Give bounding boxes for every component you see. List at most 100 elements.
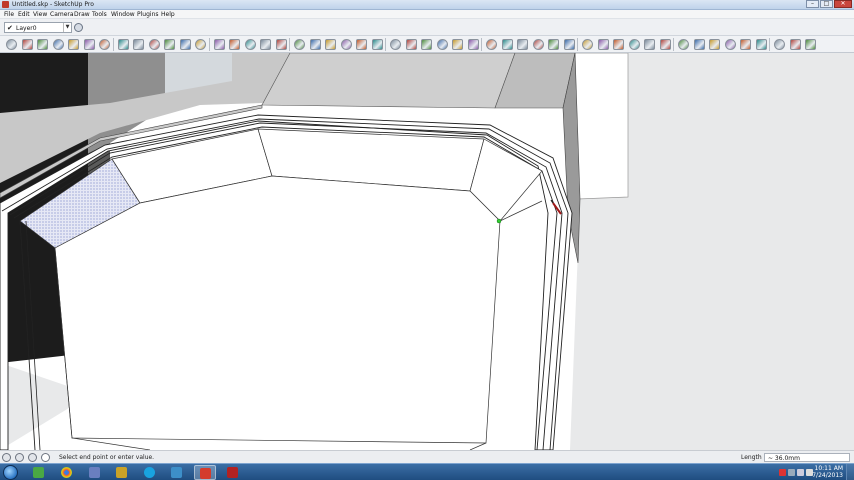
axes-icon[interactable] bbox=[548, 39, 559, 50]
extension-icon[interactable] bbox=[805, 39, 816, 50]
layer-dropdown[interactable]: ✔ Layer0 ▼ bbox=[4, 22, 72, 33]
orbit-icon[interactable] bbox=[582, 39, 593, 50]
move-icon[interactable] bbox=[436, 39, 448, 50]
zoom-window-icon[interactable] bbox=[628, 39, 640, 50]
user-icon[interactable] bbox=[28, 453, 37, 462]
taskbar-skype[interactable] bbox=[139, 465, 161, 480]
pan-icon[interactable] bbox=[597, 39, 609, 50]
clock-date[interactable]: 7/24/2013 bbox=[812, 472, 843, 479]
section-plane-icon[interactable] bbox=[244, 39, 256, 50]
left-view-icon[interactable] bbox=[83, 39, 95, 50]
tape-measure-icon[interactable] bbox=[486, 39, 497, 50]
paint-bucket-icon[interactable] bbox=[213, 39, 225, 50]
offset-icon[interactable] bbox=[405, 39, 417, 50]
taskbar-sketchup[interactable] bbox=[194, 465, 216, 480]
credits-icon[interactable] bbox=[15, 453, 24, 462]
network-icon[interactable] bbox=[797, 469, 804, 476]
taskbar-layout[interactable] bbox=[222, 465, 244, 480]
3d-text-icon[interactable] bbox=[563, 39, 575, 50]
back-edges-icon[interactable] bbox=[195, 39, 206, 50]
geo-location-icon[interactable] bbox=[2, 453, 11, 462]
zoom-extents-icon[interactable] bbox=[644, 39, 655, 50]
previous-view-icon[interactable] bbox=[659, 39, 671, 50]
top-view-icon[interactable] bbox=[21, 39, 33, 50]
maximize-button[interactable]: □ bbox=[820, 0, 833, 8]
terrain-icon[interactable] bbox=[740, 39, 751, 50]
toolbar-separator bbox=[385, 38, 386, 51]
menu-window[interactable]: Window bbox=[111, 11, 135, 18]
section-display-icon[interactable] bbox=[260, 39, 271, 50]
menu-plugins[interactable]: Plugins bbox=[137, 11, 159, 18]
right-view-icon[interactable] bbox=[52, 39, 64, 50]
get-models-icon[interactable] bbox=[774, 39, 785, 50]
chevron-down-icon[interactable]: ▼ bbox=[63, 23, 71, 32]
wireframe-icon[interactable] bbox=[179, 39, 191, 50]
menu-help[interactable]: Help bbox=[161, 11, 175, 18]
inner-panel-face[interactable] bbox=[54, 175, 501, 444]
close-button[interactable]: ✕ bbox=[834, 0, 852, 8]
menu-view[interactable]: View bbox=[33, 11, 47, 18]
show-desktop-button[interactable] bbox=[846, 464, 854, 480]
solar-icon[interactable] bbox=[755, 39, 767, 50]
zoom-icon[interactable] bbox=[613, 39, 624, 50]
image-viewer-icon bbox=[171, 467, 182, 478]
taskbar-mail[interactable] bbox=[84, 465, 106, 480]
taskbar-explorer[interactable] bbox=[28, 465, 50, 480]
drawing-viewport[interactable] bbox=[0, 53, 854, 450]
window-controls: – □ ✕ bbox=[805, 0, 852, 9]
front-view-icon[interactable] bbox=[37, 39, 48, 50]
ground-plane bbox=[628, 53, 854, 450]
sandbox-icon[interactable] bbox=[724, 39, 736, 50]
textured-icon[interactable] bbox=[148, 39, 160, 50]
right-block bbox=[574, 53, 629, 200]
tray-app-icon[interactable] bbox=[779, 469, 786, 476]
monochrome-icon[interactable] bbox=[164, 39, 175, 50]
minimize-button[interactable]: – bbox=[806, 0, 819, 8]
protractor-icon[interactable] bbox=[517, 39, 528, 50]
position-camera-icon[interactable] bbox=[709, 39, 720, 50]
toolbar-separator bbox=[673, 38, 674, 51]
iso-view-icon[interactable] bbox=[6, 39, 17, 50]
taskbar-archive[interactable] bbox=[111, 465, 133, 480]
taskbar-image-viewer[interactable] bbox=[166, 465, 188, 480]
archive-icon bbox=[116, 467, 127, 478]
dimension-icon[interactable] bbox=[501, 39, 513, 50]
clock-time[interactable]: 10:11 AM bbox=[815, 465, 843, 472]
look-around-icon[interactable] bbox=[693, 39, 705, 50]
arc-icon[interactable] bbox=[309, 39, 321, 50]
push-pull-icon[interactable] bbox=[390, 39, 401, 50]
tray-flag-icon[interactable] bbox=[788, 469, 795, 476]
polygon-icon[interactable] bbox=[371, 39, 383, 50]
follow-me-icon[interactable] bbox=[421, 39, 432, 50]
circle-icon[interactable] bbox=[356, 39, 367, 50]
hidden-line-icon[interactable] bbox=[117, 39, 129, 50]
freehand-icon[interactable] bbox=[325, 39, 336, 50]
menu-edit[interactable]: Edit bbox=[18, 11, 30, 18]
toolbar-separator bbox=[577, 38, 578, 51]
rectangle-icon[interactable] bbox=[340, 39, 352, 50]
menu-tools[interactable]: Tools bbox=[92, 11, 107, 18]
rotate-icon[interactable] bbox=[452, 39, 463, 50]
components-icon[interactable] bbox=[229, 39, 240, 50]
system-tray: 10:11 AM 7/24/2013 bbox=[776, 464, 854, 480]
help-icon[interactable] bbox=[41, 453, 50, 462]
shaded-icon[interactable] bbox=[133, 39, 144, 50]
menu-file[interactable]: File bbox=[4, 11, 14, 18]
menu-draw[interactable]: Draw bbox=[74, 11, 90, 18]
layers-toolbar: ✔ Layer0 ▼ bbox=[0, 19, 854, 36]
text-icon[interactable] bbox=[532, 39, 544, 50]
share-model-icon[interactable] bbox=[789, 39, 801, 50]
scale-icon[interactable] bbox=[467, 39, 479, 50]
layer-manager-icon[interactable] bbox=[74, 23, 83, 32]
line-icon[interactable] bbox=[294, 39, 305, 50]
taskbar-chrome[interactable] bbox=[56, 465, 78, 480]
xray-icon[interactable] bbox=[99, 39, 110, 50]
start-button[interactable] bbox=[3, 465, 18, 480]
walk-icon[interactable] bbox=[678, 39, 689, 50]
measurements-box[interactable]: ~ 36.0mm bbox=[764, 453, 850, 462]
back-view-icon[interactable] bbox=[68, 39, 79, 50]
measurements-value: ~ 36.0mm bbox=[768, 455, 800, 462]
section-cut-icon[interactable] bbox=[275, 39, 287, 50]
menu-camera[interactable]: Camera bbox=[50, 11, 74, 18]
model-canvas[interactable] bbox=[0, 53, 854, 450]
